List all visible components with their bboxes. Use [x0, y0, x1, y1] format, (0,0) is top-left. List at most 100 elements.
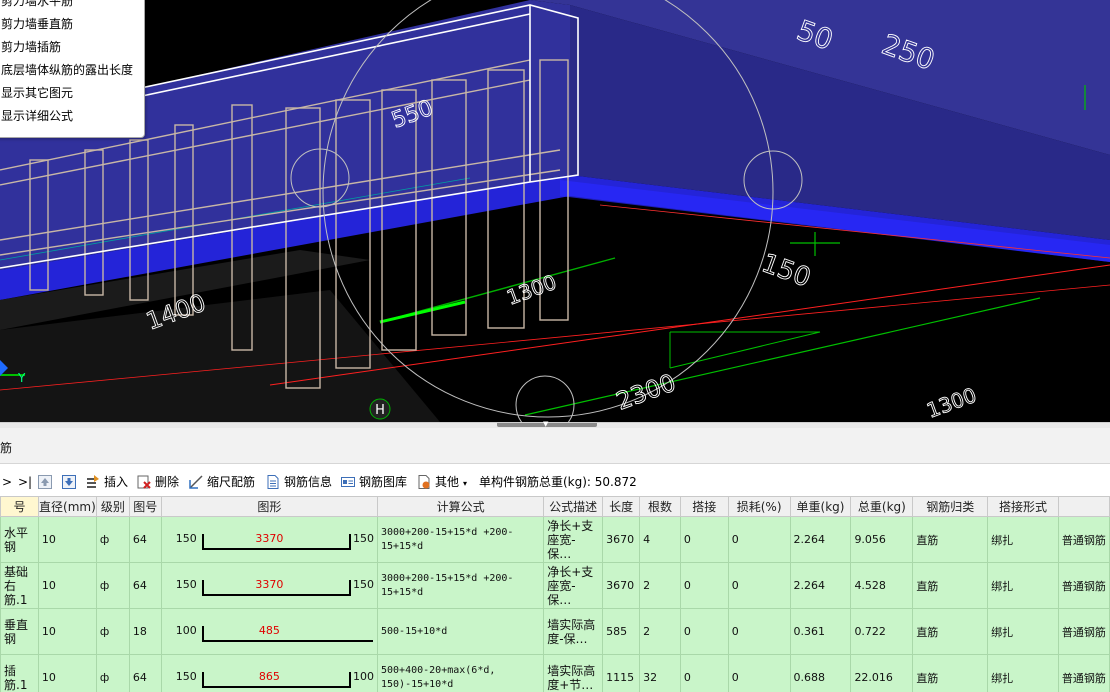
cell-lap-type[interactable]: 绑扎 — [987, 562, 1059, 609]
cell-grade[interactable]: ф — [95, 654, 130, 692]
cell-unit-weight[interactable]: 0.688 — [789, 654, 852, 692]
cell-formula[interactable]: 3000+200-15+15*d +200-15+15*d — [376, 562, 545, 609]
cell-figure-no[interactable]: 64 — [128, 516, 162, 563]
col-header-rebar-class[interactable]: 钢筋归类 — [912, 496, 989, 517]
menu-item-wall-dowel-rebar[interactable]: 剪力墙插筋 — [1, 37, 141, 57]
cell-count[interactable]: 2 — [639, 608, 681, 655]
cell-count[interactable]: 2 — [639, 562, 681, 609]
col-header-length[interactable]: 长度 — [602, 496, 641, 517]
col-header-figure-no[interactable]: 图号 — [128, 496, 162, 517]
cell-shape[interactable]: 150 3370 150 — [160, 516, 379, 563]
cell-loss[interactable]: 0 — [727, 562, 791, 609]
cell-lap[interactable]: 0 — [679, 608, 729, 655]
cell-grade[interactable]: ф — [95, 608, 130, 655]
col-header-total-weight[interactable]: 总重(kg) — [850, 496, 914, 517]
cell-length[interactable]: 585 — [602, 608, 641, 655]
cell-rebar-class[interactable]: 直筋 — [912, 654, 989, 692]
cell-formula[interactable]: 3000+200-15+15*d +200-15+15*d — [376, 516, 545, 563]
cell-loss[interactable]: 0 — [727, 654, 791, 692]
splitter-grip[interactable]: ▼ — [497, 420, 597, 428]
cell-lap[interactable]: 0 — [679, 516, 729, 563]
col-header-count[interactable]: 根数 — [639, 496, 681, 517]
cell-figure-no[interactable]: 64 — [128, 654, 162, 692]
cell-grade[interactable]: ф — [95, 516, 130, 563]
cell-lap-type[interactable]: 绑扎 — [987, 516, 1059, 563]
cell-total-weight[interactable]: 22.016 — [850, 654, 914, 692]
rebar-info-button[interactable]: 钢筋信息 — [266, 473, 332, 491]
cell-grade[interactable]: ф — [95, 562, 130, 609]
move-down-button[interactable] — [62, 473, 80, 491]
3d-viewport[interactable]: H Y 50 250 550 1400 1300 2300 1300 150 剪… — [0, 0, 1110, 422]
cell-name[interactable]: 插筋.1 — [0, 654, 39, 692]
cell-formula-desc[interactable]: 净长+支座宽-保… — [543, 516, 604, 563]
cell-formula-desc[interactable]: 墙实际高度+节… — [543, 654, 604, 692]
col-header-unit-weight[interactable]: 单重(kg) — [789, 496, 852, 517]
col-header-lap[interactable]: 搭接 — [679, 496, 729, 517]
cell-rebar-kind[interactable]: 普通钢筋 — [1057, 608, 1110, 655]
delete-button[interactable]: 删除 — [137, 473, 179, 491]
col-header-grade[interactable]: 级别 — [95, 496, 130, 517]
cell-length[interactable]: 1115 — [602, 654, 641, 692]
display-options-menu[interactable]: 剪力墙水平筋 剪力墙垂直筋 剪力墙插筋 底层墙体纵筋的露出长度 显示其它图元 显… — [0, 0, 145, 138]
col-header-lap-type[interactable]: 搭接形式 — [987, 496, 1059, 517]
scale-rebar-button[interactable]: 缩尺配筋 — [189, 473, 255, 491]
cell-unit-weight[interactable]: 2.264 — [789, 562, 852, 609]
cell-diameter[interactable]: 10 — [37, 608, 97, 655]
cell-lap[interactable]: 0 — [679, 562, 729, 609]
cell-lap-type[interactable]: 绑扎 — [987, 654, 1059, 692]
cell-name[interactable]: 基础右 筋.1 — [0, 562, 39, 609]
nav-last-button[interactable]: >| — [18, 473, 32, 491]
col-header-diameter[interactable]: 直径(mm) — [37, 496, 97, 517]
menu-item-show-detailed-formula[interactable]: 显示详细公式 — [1, 106, 141, 126]
cell-shape[interactable]: 150 3370 150 — [160, 562, 379, 609]
cell-unit-weight[interactable]: 0.361 — [789, 608, 852, 655]
nav-next-button[interactable]: > — [2, 473, 12, 491]
cell-lap[interactable]: 0 — [679, 654, 729, 692]
cell-total-weight[interactable]: 4.528 — [850, 562, 914, 609]
cell-diameter[interactable]: 10 — [37, 654, 97, 692]
cell-unit-weight[interactable]: 2.264 — [789, 516, 852, 563]
insert-button[interactable]: 插入 — [86, 473, 128, 491]
cell-length[interactable]: 3670 — [602, 516, 641, 563]
table-row[interactable]: 插筋.1 10 ф 64 150 865 100 500+400-20+max(6*d, 15… — [0, 654, 1110, 692]
col-header-name[interactable]: 号 — [0, 496, 39, 517]
cell-formula[interactable]: 500-15+10*d — [376, 608, 545, 655]
cell-loss[interactable]: 0 — [727, 608, 791, 655]
cell-diameter[interactable]: 10 — [37, 562, 97, 609]
col-header-formula[interactable]: 计算公式 — [376, 496, 545, 517]
cell-rebar-kind[interactable]: 普通钢筋 — [1057, 654, 1110, 692]
col-header-formula-desc[interactable]: 公式描述 — [543, 496, 604, 517]
cell-figure-no[interactable]: 64 — [128, 562, 162, 609]
cell-figure-no[interactable]: 18 — [128, 608, 162, 655]
cell-rebar-kind[interactable]: 普通钢筋 — [1057, 562, 1110, 609]
menu-item-bottom-wall-exposed-length[interactable]: 底层墙体纵筋的露出长度 — [1, 60, 141, 80]
cell-rebar-kind[interactable]: 普通钢筋 — [1057, 516, 1110, 563]
menu-item-wall-horizontal-rebar[interactable]: 剪力墙水平筋 — [1, 0, 141, 11]
cell-shape[interactable]: 100 485 — [160, 608, 379, 655]
col-header-extra[interactable] — [1057, 496, 1110, 517]
cell-rebar-class[interactable]: 直筋 — [912, 562, 989, 609]
table-row[interactable]: 水平钢 10 ф 64 150 3370 150 3000+200-15+15*d +200-… — [0, 516, 1110, 563]
cell-shape[interactable]: 150 865 100 — [160, 654, 379, 692]
cell-name[interactable]: 垂直钢 — [0, 608, 39, 655]
table-row[interactable]: 基础右 筋.1 10 ф 64 150 3370 150 3000+200-15+15*d +… — [0, 562, 1110, 609]
menu-item-wall-vertical-rebar[interactable]: 剪力墙垂直筋 — [1, 14, 141, 34]
col-header-shape[interactable]: 图形 — [160, 496, 379, 517]
move-up-button[interactable] — [38, 473, 56, 491]
cell-formula-desc[interactable]: 净长+支座宽-保… — [543, 562, 604, 609]
table-row[interactable]: 垂直钢 10 ф 18 100 485 500-15+10*d 墙实际高度-保… 585 2 0 0 0… — [0, 608, 1110, 655]
cell-count[interactable]: 32 — [639, 654, 681, 692]
cell-rebar-class[interactable]: 直筋 — [912, 516, 989, 563]
other-dropdown[interactable]: 其他 ▾ — [417, 473, 467, 491]
cell-rebar-class[interactable]: 直筋 — [912, 608, 989, 655]
cell-diameter[interactable]: 10 — [37, 516, 97, 563]
cell-total-weight[interactable]: 9.056 — [850, 516, 914, 563]
cell-total-weight[interactable]: 0.722 — [850, 608, 914, 655]
cell-formula-desc[interactable]: 墙实际高度-保… — [543, 608, 604, 655]
cell-lap-type[interactable]: 绑扎 — [987, 608, 1059, 655]
rebar-library-button[interactable]: 钢筋图库 — [341, 473, 407, 491]
cell-length[interactable]: 3670 — [602, 562, 641, 609]
menu-item-show-other-elements[interactable]: 显示其它图元 — [1, 83, 141, 103]
cell-count[interactable]: 4 — [639, 516, 681, 563]
cell-loss[interactable]: 0 — [727, 516, 791, 563]
